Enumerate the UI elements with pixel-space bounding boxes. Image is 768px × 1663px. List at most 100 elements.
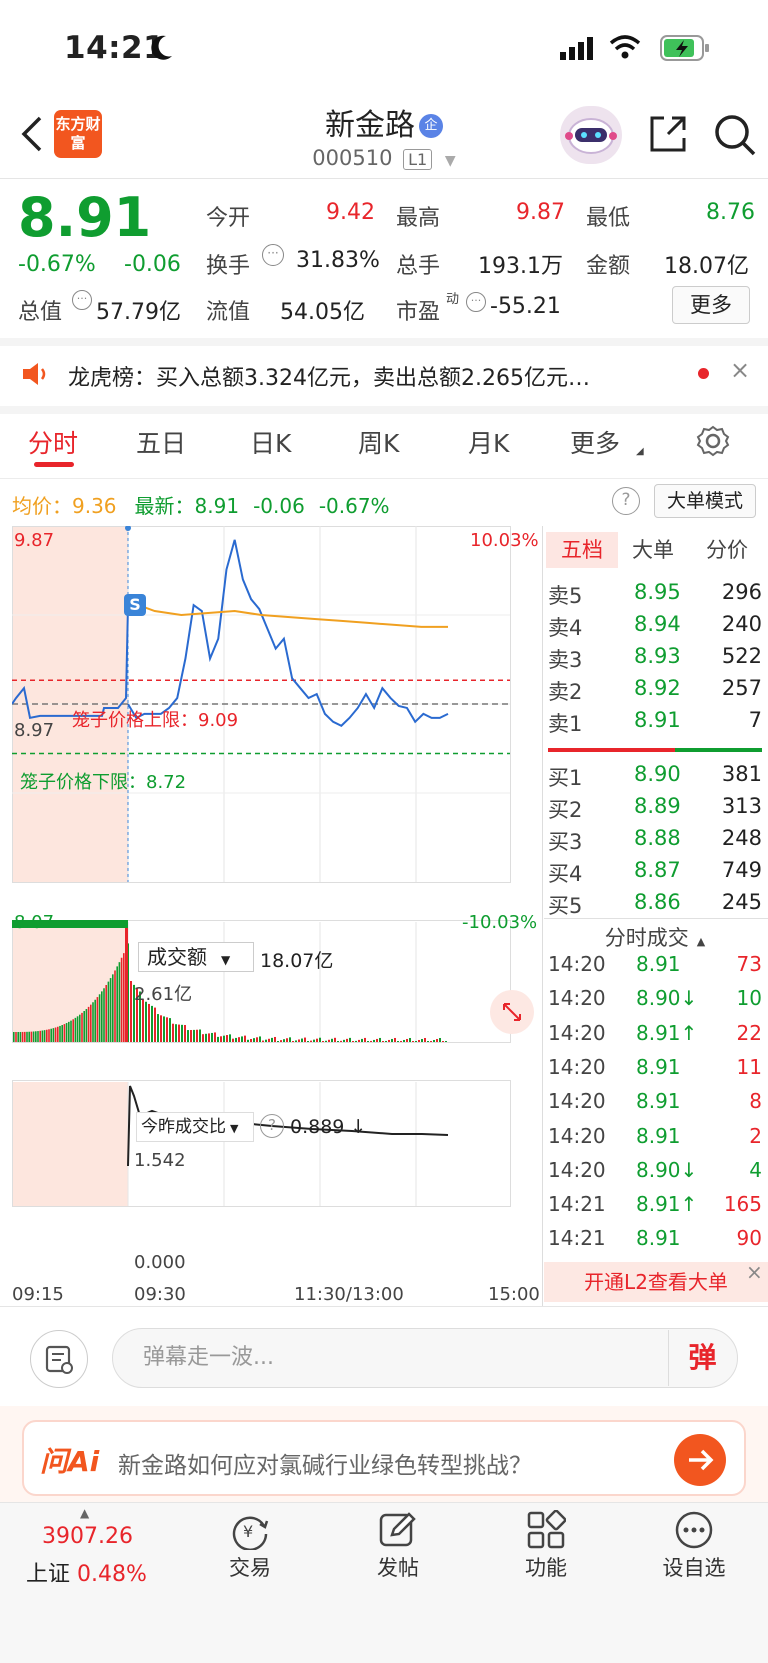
ask-row: 卖1 8.91 7 (548, 708, 762, 736)
close-news-button[interactable]: × (730, 356, 750, 384)
volume-bar (116, 966, 118, 1042)
tab-5day[interactable]: 五日 (136, 424, 186, 460)
search-icon[interactable] (712, 112, 758, 162)
share-icon[interactable] (646, 112, 690, 160)
volume-bar (94, 999, 96, 1042)
volume-bar (54, 1027, 57, 1042)
danmu-input[interactable]: 弹幕走一波... (112, 1328, 738, 1388)
help-icon[interactable]: ? (612, 487, 640, 515)
info-dots-icon[interactable]: ··· (72, 290, 92, 310)
settings-gear-icon[interactable] (696, 424, 730, 462)
volume-label: 总手 (396, 254, 441, 279)
volume-bar (400, 1040, 402, 1042)
info-dots-icon[interactable]: ··· (466, 292, 486, 312)
volume-bar (169, 1018, 171, 1042)
close-l2-button[interactable]: × (746, 1260, 763, 1284)
volume-bar (211, 1032, 213, 1042)
volume-bar (259, 1036, 261, 1042)
nav-function[interactable]: 功能 (486, 1552, 606, 1582)
pe-dynamic-sup: 动 (446, 292, 460, 307)
volume-bar (92, 1002, 94, 1042)
tab-more[interactable]: 更多 (570, 424, 620, 460)
news-ticker[interactable]: 龙虎榜：买入总额3.324亿元，卖出总额2.265亿元… (68, 360, 590, 392)
volume-bar (262, 1040, 264, 1042)
volume-bar (409, 1037, 411, 1042)
volume-bar (349, 1037, 351, 1042)
volume-bar (256, 1037, 258, 1042)
volume-bar (307, 1041, 309, 1042)
volume-bar (130, 981, 132, 1042)
tab-monthly-k[interactable]: 月K (468, 424, 509, 460)
volume-bar (85, 1009, 88, 1042)
volume-bar (70, 1020, 72, 1042)
tab-weekly-k[interactable]: 周K (358, 424, 399, 460)
volume-bar (181, 1024, 183, 1042)
trade-icon[interactable]: ¥ (230, 1510, 270, 1551)
info-dots-icon[interactable]: ··· (262, 244, 284, 266)
function-grid-icon[interactable] (526, 1509, 567, 1550)
volume-bar (358, 1039, 360, 1042)
more-quote-button[interactable]: 更多 (672, 286, 750, 324)
index-ticker[interactable]: 上证 0.48% (26, 1556, 147, 1588)
ai-question-text[interactable]: 新金路如何应对氯碱行业绿色转型挑战？ (118, 1446, 532, 1480)
send-danmu-button[interactable]: 弹 (668, 1330, 736, 1386)
chevron-down-icon: ▼ (221, 953, 231, 967)
volume-bar (26, 1031, 28, 1042)
nav-add-watchlist[interactable]: 设自选 (634, 1552, 754, 1582)
volume-select-label: 成交额 (147, 945, 207, 969)
nav-trade[interactable]: 交易 (190, 1552, 310, 1582)
tab-daily-k[interactable]: 日K (250, 424, 291, 460)
nav-post[interactable]: 发帖 (338, 1552, 458, 1582)
ratio-indicator-select[interactable]: 今昨成交比 ▼ (136, 1112, 254, 1142)
volume-bar (63, 1024, 66, 1042)
volume-bar (403, 1039, 405, 1042)
volume-bar (190, 1030, 192, 1042)
volume-bar (175, 1024, 177, 1042)
add-watchlist-icon[interactable] (674, 1510, 714, 1550)
ratio-help-icon[interactable]: ? (260, 1114, 284, 1138)
tab-price-distribution[interactable]: 分价 (706, 534, 748, 564)
volume-bar (24, 1031, 26, 1042)
volume-bar (105, 985, 107, 1042)
volume-bar (352, 1041, 354, 1042)
volume-bar (250, 1038, 252, 1042)
volume-bar (322, 1041, 324, 1042)
volume-bar (37, 1031, 39, 1042)
index-value[interactable]: 3907.26 (42, 1524, 133, 1549)
volume-bar (340, 1040, 342, 1042)
arrow-right-icon[interactable] (674, 1434, 726, 1486)
bid-row: 买4 8.87 749 (548, 858, 762, 886)
volume-bar (41, 1030, 44, 1042)
volume-bar (241, 1036, 243, 1042)
ticks-header[interactable]: 分时成交 ▲ (548, 922, 762, 952)
float-label: 流值 (206, 300, 251, 325)
open-l2-button[interactable]: 开通L2查看大单 (544, 1262, 768, 1302)
volume-bar (35, 1031, 37, 1042)
volume-bar (61, 1025, 63, 1042)
tab-five-levels[interactable]: 五档 (546, 532, 618, 568)
chevron-up-icon: ▲ (696, 935, 706, 948)
volume-max-label: 2.61亿 (134, 984, 193, 1005)
volume-bar (28, 1031, 30, 1042)
volume-bar (283, 1039, 285, 1042)
volume-bar (226, 1035, 228, 1042)
tab-big-orders[interactable]: 大单 (632, 534, 674, 564)
danmu-list-icon[interactable] (30, 1330, 88, 1388)
big-order-mode-button[interactable]: 大单模式 (654, 484, 756, 518)
tick-row: 14:21 8.91↑ 165 (548, 1192, 762, 1217)
volume-bar (120, 957, 123, 1042)
volume-bar (436, 1038, 438, 1042)
volume-bar (238, 1037, 240, 1042)
post-icon[interactable] (378, 1510, 418, 1550)
expand-icon[interactable] (490, 990, 534, 1034)
volume-indicator-select[interactable]: 成交额 ▼ (138, 942, 254, 972)
open-value: 9.42 (326, 200, 375, 225)
chevron-down-icon: ▼ (444, 153, 456, 169)
ai-assistant-avatar[interactable] (560, 106, 622, 164)
s-signal-badge[interactable]: S (124, 594, 146, 616)
volume-bar (112, 974, 114, 1042)
high-value: 9.87 (516, 200, 565, 225)
bid-row: 买1 8.90 381 (548, 762, 762, 790)
tab-intraday[interactable]: 分时 (28, 424, 78, 460)
chevron-up-icon: ▲ (80, 1506, 90, 1520)
